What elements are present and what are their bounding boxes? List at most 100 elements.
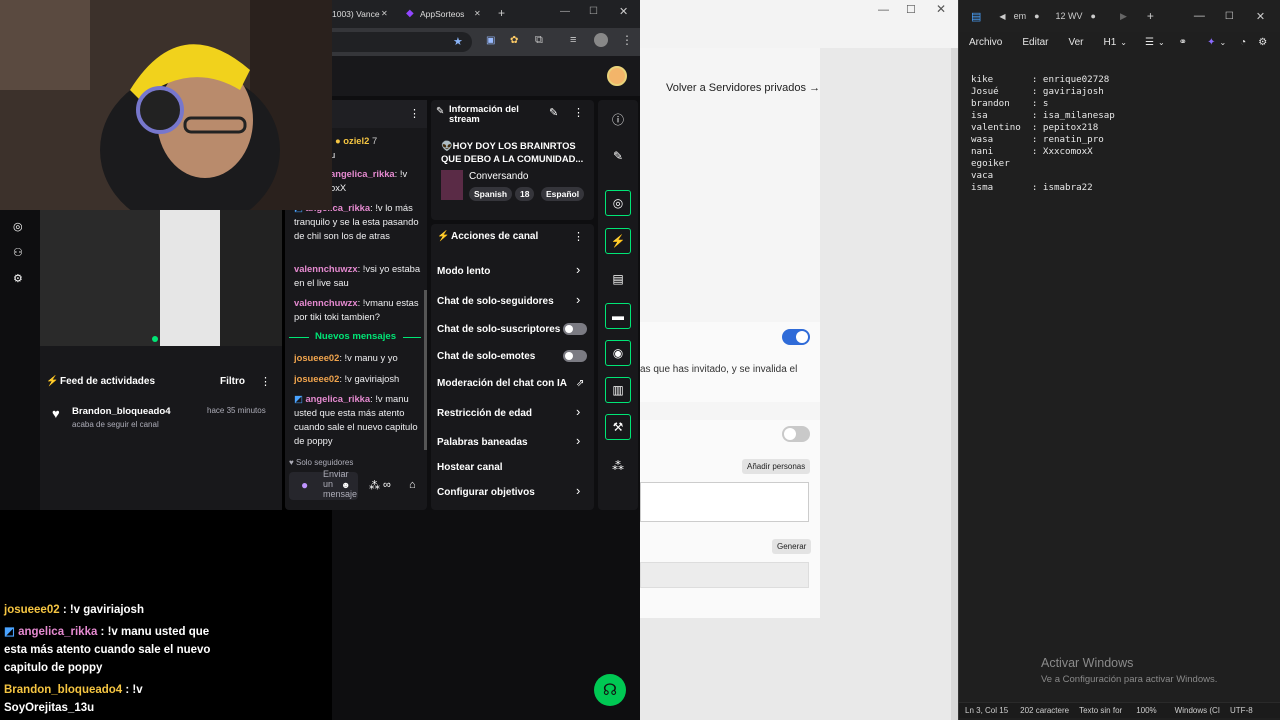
edit-pencil-icon[interactable]: ✎ bbox=[549, 106, 558, 119]
browser-tab-1[interactable]: 1003) Vance bbox=[332, 9, 380, 19]
chat-settings-button[interactable]: ▬ bbox=[605, 303, 631, 329]
tab-forward-icon[interactable]: ▶ bbox=[1120, 11, 1127, 22]
action-subscribers-only-chat[interactable]: Chat de solo-suscriptores bbox=[437, 324, 560, 335]
extension-icon[interactable]: ▣ bbox=[486, 35, 495, 46]
browser-tab-2[interactable]: AppSorteos bbox=[420, 9, 464, 19]
chevron-right-icon[interactable]: › bbox=[576, 262, 580, 277]
menu-archivo[interactable]: Archivo bbox=[969, 37, 1002, 48]
settings-gear-icon[interactable]: ⚙ bbox=[1258, 37, 1267, 48]
chevron-down-icon[interactable]: ⌄ bbox=[1219, 38, 1226, 47]
external-chart-icon[interactable]: ⇗ bbox=[576, 378, 584, 389]
chat-username[interactable]: josueee02 bbox=[294, 373, 339, 384]
chevron-down-icon[interactable]: ⌄ bbox=[1120, 38, 1127, 47]
minimize-icon[interactable]: — bbox=[1194, 10, 1205, 22]
profile-avatar[interactable] bbox=[594, 33, 608, 47]
action-banned-words[interactable]: Palabras baneadas bbox=[437, 437, 528, 448]
quick-action-button[interactable]: ⚡ bbox=[605, 228, 631, 254]
chat-username[interactable]: oziel2 bbox=[343, 135, 369, 146]
maximize-icon[interactable]: ☐ bbox=[589, 6, 598, 17]
scrollbar[interactable] bbox=[951, 48, 958, 720]
generate-button[interactable]: Generar bbox=[772, 539, 812, 554]
menu-editar[interactable]: Editar bbox=[1022, 37, 1048, 48]
add-people-button[interactable]: Añadir personas bbox=[742, 459, 811, 474]
maximize-icon[interactable]: ☐ bbox=[1225, 11, 1234, 22]
settings-gear-icon[interactable]: ⚙ bbox=[13, 272, 23, 285]
action-host-channel[interactable]: Hostear canal bbox=[437, 462, 503, 473]
chat-username[interactable]: josueee02 bbox=[294, 352, 339, 363]
back-to-private-servers-link[interactable]: Volver a Servidores privados → bbox=[666, 82, 820, 94]
notepad-tab-label-2[interactable]: 12 WV bbox=[1056, 11, 1083, 21]
close-icon[interactable]: ✕ bbox=[1256, 10, 1265, 23]
new-tab-icon[interactable]: + bbox=[1147, 9, 1154, 23]
raid-button[interactable]: ▥ bbox=[605, 377, 631, 403]
subscribers-only-toggle[interactable] bbox=[563, 323, 587, 335]
link-field[interactable] bbox=[640, 562, 809, 588]
chat-menu-icon[interactable]: ⋮ bbox=[409, 107, 420, 120]
url-input[interactable] bbox=[332, 32, 472, 52]
heading-dropdown[interactable]: H1 bbox=[1104, 37, 1117, 48]
chat-username[interactable]: angelica_rikka bbox=[330, 168, 395, 179]
emote-picker-icon[interactable]: ☻ bbox=[341, 480, 350, 490]
chat-input[interactable]: ● Enviar un mensaje ☻ bbox=[289, 469, 358, 500]
chevron-right-icon[interactable]: › bbox=[576, 433, 580, 448]
emote-only-toggle[interactable] bbox=[563, 350, 587, 362]
chevron-right-icon[interactable]: › bbox=[576, 483, 580, 498]
chevron-right-icon[interactable]: › bbox=[576, 404, 580, 419]
tab-back-icon[interactable]: ◀ bbox=[999, 12, 1005, 21]
copilot-icon[interactable]: ✦ bbox=[1207, 37, 1215, 48]
list-icon[interactable]: ☰ bbox=[1145, 37, 1154, 48]
people-toggle[interactable] bbox=[782, 426, 810, 442]
chevron-down-icon[interactable]: ⌄ bbox=[1158, 38, 1165, 47]
users-icon[interactable]: ⚇ bbox=[13, 246, 23, 259]
support-headset-button[interactable]: ☊ bbox=[594, 674, 626, 706]
capture-icon[interactable]: ◎ bbox=[13, 220, 23, 233]
action-ai-chat-moderation[interactable]: Moderación del chat con IA bbox=[437, 378, 567, 389]
tab-close-icon-2[interactable]: ● bbox=[1091, 11, 1096, 21]
minimize-icon[interactable]: — bbox=[560, 6, 570, 17]
notes-icon[interactable]: ▤ bbox=[610, 272, 626, 286]
tab-close-icon[interactable]: ✕ bbox=[381, 9, 388, 18]
chat-username[interactable]: valennchuwzx bbox=[294, 263, 358, 274]
chat-scrollbar[interactable] bbox=[424, 290, 427, 450]
filter-button[interactable]: Filtro bbox=[220, 376, 245, 387]
channel-points-icon[interactable]: ⁂ bbox=[369, 479, 380, 492]
notepad-tab-label[interactable]: em bbox=[1014, 11, 1027, 21]
invite-toggle[interactable] bbox=[782, 329, 810, 345]
tab-close-icon[interactable]: ● bbox=[1034, 11, 1039, 21]
tag-chip[interactable]: 18 bbox=[515, 187, 535, 201]
tab-close-icon[interactable]: ✕ bbox=[474, 9, 481, 18]
minimize-icon[interactable]: — bbox=[878, 4, 889, 16]
bookmark-star-icon[interactable]: ★ bbox=[453, 35, 463, 48]
clip-button[interactable]: ◎ bbox=[605, 190, 631, 216]
sync-icon[interactable]: ◔ bbox=[1240, 37, 1246, 48]
extensions-puzzle-icon[interactable]: ⧉ bbox=[535, 34, 543, 47]
menu-ver[interactable]: Ver bbox=[1068, 37, 1083, 48]
close-icon[interactable]: ✕ bbox=[619, 5, 628, 18]
infinity-icon[interactable]: ∞ bbox=[383, 479, 391, 491]
chevron-right-icon[interactable]: › bbox=[576, 292, 580, 307]
broadcast-button[interactable]: ◉ bbox=[605, 340, 631, 366]
playlist-icon[interactable]: ≡ bbox=[570, 34, 576, 46]
user-avatar[interactable] bbox=[607, 66, 627, 86]
maximize-icon[interactable]: ☐ bbox=[906, 3, 916, 16]
channel-actions-menu-icon[interactable]: ⋮ bbox=[573, 230, 584, 243]
stream-info-menu-icon[interactable]: ⋮ bbox=[573, 106, 584, 119]
chat-username[interactable]: angelica_rikka bbox=[305, 393, 370, 404]
action-age-restriction[interactable]: Restricción de edad bbox=[437, 408, 532, 419]
action-slow-mode[interactable]: Modo lento bbox=[437, 266, 490, 277]
chat-username[interactable]: valennchuwzx bbox=[294, 297, 358, 308]
extension-icon-2[interactable]: ✿ bbox=[510, 35, 518, 46]
shop-icon[interactable]: ⌂ bbox=[409, 479, 416, 491]
action-followers-only-chat[interactable]: Chat de solo-seguidores bbox=[437, 296, 554, 307]
tag-chip[interactable]: Spanish bbox=[469, 187, 513, 201]
people-input[interactable] bbox=[640, 482, 809, 522]
action-emote-only-chat[interactable]: Chat de solo-emotes bbox=[437, 351, 535, 362]
tag-chip[interactable]: Español bbox=[541, 187, 585, 201]
activity-username[interactable]: Brandon_bloqueado4 bbox=[72, 406, 171, 417]
browser-menu-icon[interactable]: ⋮ bbox=[621, 33, 633, 47]
share-icon[interactable]: ⁂ bbox=[610, 459, 626, 473]
edit-pencil-icon[interactable]: ✎ bbox=[610, 149, 626, 163]
category-box-art[interactable] bbox=[441, 170, 463, 200]
new-tab-icon[interactable]: + bbox=[498, 6, 505, 20]
notepad-editor[interactable]: kike : enrique02728 Josué : gaviriajosh br… bbox=[959, 50, 1280, 218]
